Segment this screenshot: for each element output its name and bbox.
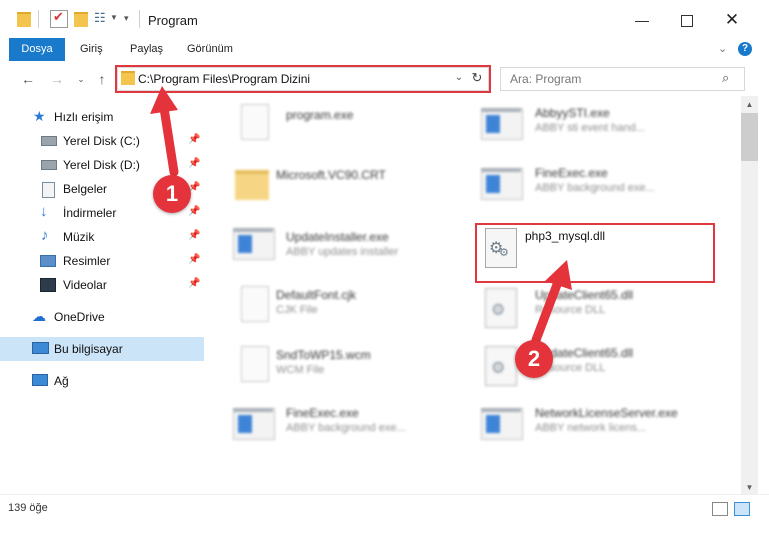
arrow-2	[531, 260, 572, 345]
arrow-1	[150, 86, 179, 177]
scrollbar-thumb[interactable]	[741, 113, 758, 161]
scroll-up-icon[interactable]: ▲	[741, 97, 758, 113]
step-callout-2: 2	[515, 340, 553, 378]
status-bar	[0, 494, 769, 537]
step-callout-1: 1	[153, 175, 191, 213]
details-view-icon[interactable]	[712, 502, 728, 516]
item-count: 139 öğe	[8, 502, 48, 514]
annotation-arrows	[150, 86, 572, 345]
large-icons-view-icon[interactable]	[734, 502, 750, 516]
